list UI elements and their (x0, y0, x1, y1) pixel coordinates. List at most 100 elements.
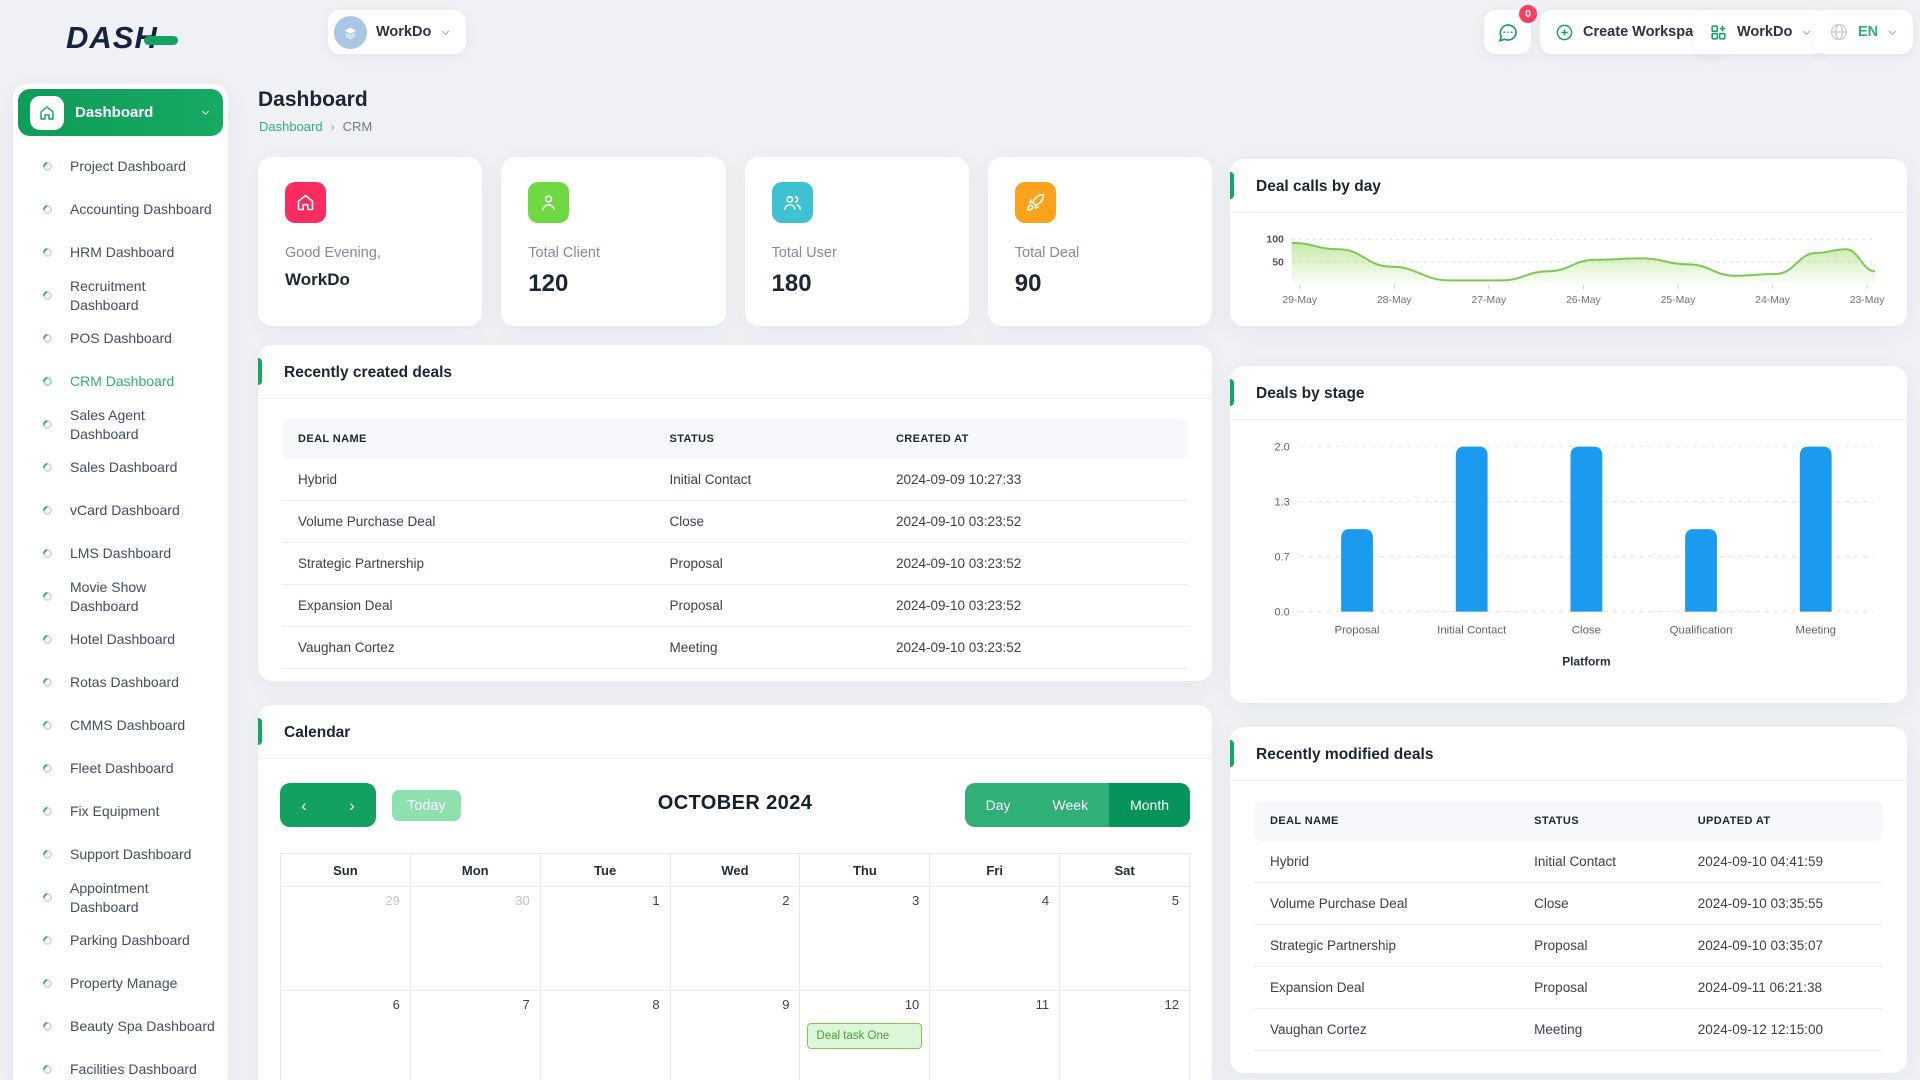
svg-text:23-May: 23-May (1850, 295, 1885, 306)
sidebar-item[interactable]: POS Dashboard (13, 317, 228, 360)
calendar-day-cell[interactable]: 6 (281, 991, 411, 1080)
sidebar-item[interactable]: Sales Dashboard (13, 446, 228, 489)
svg-text:Initial Contact: Initial Contact (1437, 625, 1507, 637)
calendar-day-cell[interactable]: 7 (411, 991, 541, 1080)
deals-by-stage-panel: Deals by stage 2.01.30.70.0ProposalIniti… (1230, 366, 1907, 703)
table-row: Strategic PartnershipProposal2024-09-10 … (282, 543, 1188, 585)
stat-card: Total Client120 (501, 157, 725, 326)
table-row: Vaughan CortezMeeting2024-09-12 12:15:00 (1254, 1009, 1883, 1051)
calendar-day-cell[interactable]: 30 (411, 887, 541, 991)
sidebar-item-label: Facilities Dashboard (70, 1060, 197, 1079)
users-icon (772, 182, 813, 223)
sidebar-item[interactable]: Fix Equipment (13, 790, 228, 833)
sidebar-item[interactable]: Accounting Dashboard (13, 188, 228, 231)
sidebar-item[interactable]: Beauty Spa Dashboard (13, 1005, 228, 1048)
panel-accent-bar (1230, 172, 1234, 199)
sidebar-item-label: Project Dashboard (70, 157, 186, 176)
recent-created-deals-panel: Recently created deals Deal NameStatusCr… (258, 345, 1212, 681)
stat-card-label: Total Deal (1015, 245, 1185, 261)
recent-modified-deals-panel: Recently modified deals Deal NameStatusU… (1230, 727, 1907, 1073)
workspace-selector[interactable]: WorkDo (328, 10, 466, 54)
stat-card-value: WorkDo (285, 270, 455, 290)
sidebar-item[interactable]: Appointment Dashboard (13, 876, 228, 919)
table-cell: 2024-09-10 03:23:52 (880, 627, 1188, 669)
panel-title: Recently modified deals (1256, 746, 1433, 763)
table-cell: 2024-09-10 03:35:07 (1682, 925, 1883, 967)
bar-proposal (1341, 529, 1373, 611)
bullet-icon (41, 1020, 54, 1033)
workspace-avatar (334, 16, 367, 49)
breadcrumb-current: CRM (343, 119, 373, 134)
sidebar-item[interactable]: LMS Dashboard (13, 532, 228, 575)
sidebar-item-label: CMMS Dashboard (70, 716, 185, 735)
panel-head: Recently modified deals (1230, 727, 1907, 781)
calendar-view-month[interactable]: Month (1109, 783, 1190, 827)
svg-text:28-May: 28-May (1377, 295, 1413, 306)
sidebar-dashboard-button[interactable]: Dashboard (18, 89, 223, 136)
language-selector[interactable]: EN (1814, 10, 1913, 54)
bullet-icon (41, 289, 54, 302)
sidebar-item-label: Hotel Dashboard (70, 630, 175, 649)
globe-icon (1829, 22, 1849, 42)
notification-badge: 0 (1519, 5, 1537, 23)
account-menu[interactable]: WorkDo (1694, 10, 1827, 54)
panel-accent-bar (258, 718, 262, 745)
calendar-event[interactable]: Deal task One (807, 1023, 922, 1049)
calendar-day-cell[interactable]: 12 (1060, 991, 1190, 1080)
calendar-day-cell[interactable]: 1 (541, 887, 671, 991)
sidebar-item[interactable]: HRM Dashboard (13, 231, 228, 274)
calendar-day-cell[interactable]: 2 (671, 887, 801, 991)
sidebar-item[interactable]: Movie Show Dashboard (13, 575, 228, 618)
bar-close (1570, 447, 1602, 612)
weekday-header: Sun (281, 854, 411, 887)
calendar-day-cell[interactable]: 9 (671, 991, 801, 1080)
sidebar-item[interactable]: Parking Dashboard (13, 919, 228, 962)
sidebar-item[interactable]: CRM Dashboard (13, 360, 228, 403)
sidebar-item[interactable]: Support Dashboard (13, 833, 228, 876)
sidebar-item[interactable]: Recruitment Dashboard (13, 274, 228, 317)
calendar-day-number: 10 (905, 997, 919, 1012)
sidebar-item[interactable]: Property Manage (13, 962, 228, 1005)
calendar-day-cell[interactable]: 29 (281, 887, 411, 991)
calendar-view-day[interactable]: Day (965, 783, 1032, 827)
chat-bubble-icon (1496, 21, 1519, 44)
calendar-day-cell[interactable]: 8 (541, 991, 671, 1080)
sidebar-item[interactable]: CMMS Dashboard (13, 704, 228, 747)
table-cell: 2024-09-10 03:23:52 (880, 543, 1188, 585)
app-logo: DASH (66, 20, 178, 56)
calendar-day-cell[interactable]: 10 Deal task One (800, 991, 930, 1080)
calendar-day-cell[interactable]: 3 (800, 887, 930, 991)
chevron-down-icon (1887, 27, 1898, 38)
calendar-view-week[interactable]: Week (1032, 783, 1110, 827)
messages-button[interactable]: 0 (1484, 10, 1531, 54)
sidebar-item[interactable]: Fleet Dashboard (13, 747, 228, 790)
calendar-day-cell[interactable]: 4 (930, 887, 1060, 991)
sidebar-item[interactable]: Rotas Dashboard (13, 661, 228, 704)
chevron-down-icon (440, 27, 451, 38)
bullet-icon (41, 332, 54, 345)
sidebar-item[interactable]: Project Dashboard (13, 145, 228, 188)
table-row: HybridInitial Contact2024-09-10 04:41:59 (1254, 841, 1883, 883)
panel-title: Deal calls by day (1256, 178, 1381, 195)
bullet-icon (41, 891, 54, 904)
svg-text:27-May: 27-May (1471, 295, 1507, 306)
bullet-icon (41, 934, 54, 947)
sidebar-dashboard-label: Dashboard (75, 104, 200, 121)
svg-text:0.7: 0.7 (1275, 552, 1290, 564)
calendar-day-number: 29 (385, 893, 399, 908)
sidebar-item-label: Fleet Dashboard (70, 759, 174, 778)
calendar-day-cell[interactable]: 5 (1060, 887, 1190, 991)
svg-text:25-May: 25-May (1661, 295, 1697, 306)
sidebar-item[interactable]: vCard Dashboard (13, 489, 228, 532)
table-cell: Meeting (653, 627, 880, 669)
calendar-day-cell[interactable]: 11 (930, 991, 1060, 1080)
sidebar-item[interactable]: Hotel Dashboard (13, 618, 228, 661)
sidebar-item[interactable]: Sales Agent Dashboard (13, 403, 228, 446)
sidebar-item-label: Movie Show Dashboard (70, 578, 216, 616)
calendar-day-number: 7 (522, 997, 529, 1012)
bullet-icon (41, 461, 54, 474)
stat-card-value: 180 (772, 270, 942, 298)
svg-text:Close: Close (1572, 625, 1601, 637)
breadcrumb-dashboard-link[interactable]: Dashboard (259, 119, 323, 134)
sidebar-item[interactable]: Facilities Dashboard (13, 1048, 228, 1080)
